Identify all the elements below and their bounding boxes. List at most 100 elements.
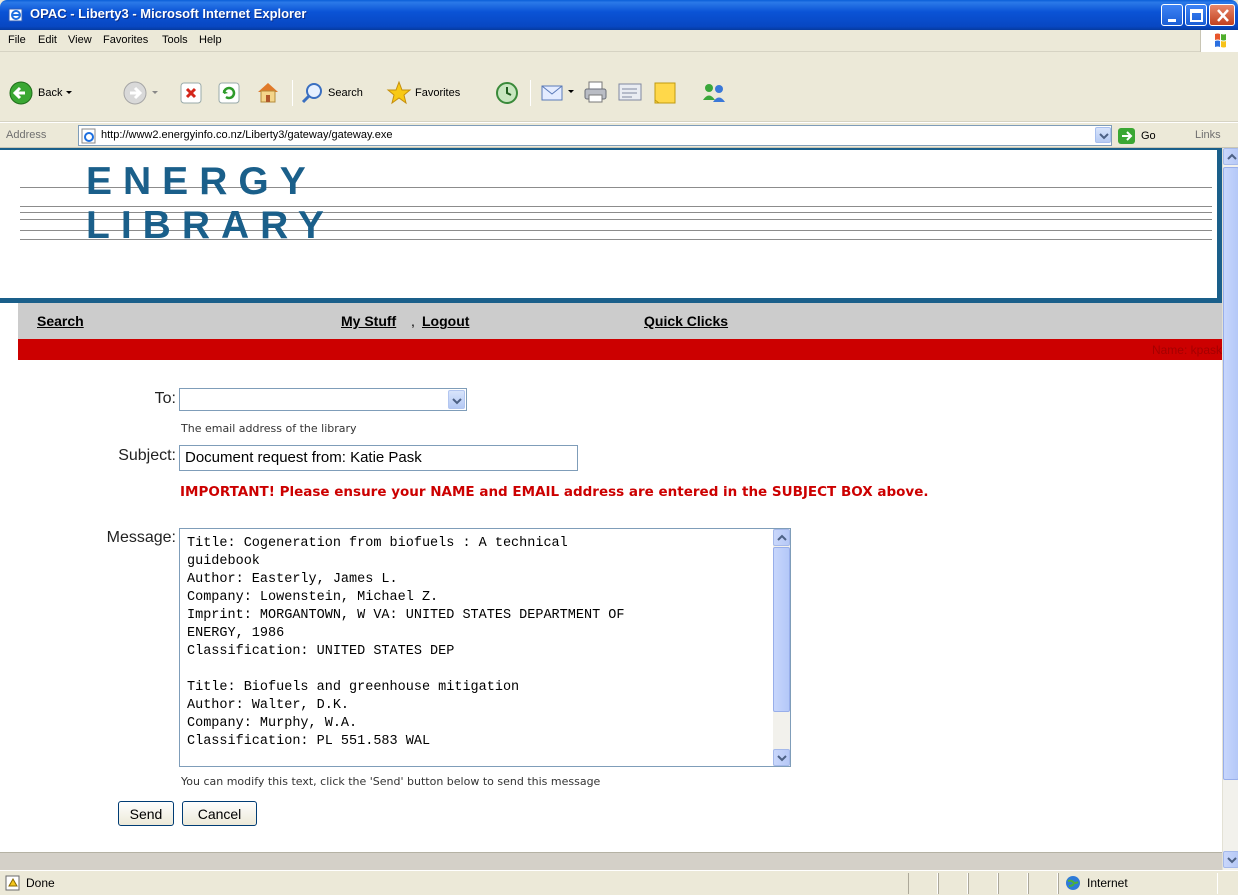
minimize-button[interactable] bbox=[1161, 4, 1183, 26]
page-scrollbar[interactable] bbox=[1222, 148, 1238, 870]
security-zone: Internet bbox=[1065, 875, 1128, 891]
page-scroll-down-button[interactable] bbox=[1223, 851, 1238, 868]
chevron-down-icon bbox=[1099, 133, 1109, 140]
discuss-button[interactable] bbox=[652, 80, 678, 106]
search-icon bbox=[301, 83, 322, 104]
menu-help[interactable]: Help bbox=[199, 34, 222, 46]
scroll-down-button[interactable] bbox=[773, 749, 790, 766]
links-button[interactable]: Links bbox=[1195, 129, 1221, 141]
to-select[interactable] bbox=[179, 388, 467, 411]
chevron-down-icon bbox=[452, 398, 462, 405]
scroll-up-button[interactable] bbox=[773, 529, 790, 546]
toolbar-separator bbox=[530, 80, 531, 106]
banner-word-energy: ENERGY bbox=[86, 160, 317, 203]
print-button[interactable] bbox=[582, 80, 610, 104]
user-bar: Name: kpask bbox=[18, 339, 1222, 360]
globe-icon bbox=[1066, 876, 1080, 890]
to-dropdown-button[interactable] bbox=[448, 390, 465, 409]
page-ie-icon bbox=[81, 128, 96, 144]
stop-button[interactable] bbox=[180, 82, 202, 104]
send-button[interactable]: Send bbox=[118, 801, 174, 826]
mail-icon bbox=[541, 85, 563, 101]
home-button[interactable] bbox=[255, 80, 281, 104]
menu-tools[interactable]: Tools bbox=[162, 34, 188, 46]
status-pane bbox=[998, 873, 1028, 894]
maximize-button[interactable] bbox=[1185, 4, 1207, 26]
message-line: Title: Cogeneration from biofuels : A te… bbox=[187, 536, 568, 551]
status-text: Done bbox=[26, 876, 55, 890]
close-window-button[interactable] bbox=[1209, 4, 1235, 26]
back-button[interactable]: Back bbox=[8, 80, 76, 106]
scroll-thumb[interactable] bbox=[773, 547, 790, 712]
nav-separator: , bbox=[411, 313, 415, 329]
page-viewport: ENERGY LIBRARY Search My Stuff , Logout … bbox=[0, 148, 1222, 870]
chevron-up-icon bbox=[777, 534, 787, 541]
menu-edit[interactable]: Edit bbox=[38, 34, 57, 46]
status-pane bbox=[1028, 873, 1058, 894]
message-textarea[interactable]: Title: Cogeneration from biofuels : A te… bbox=[179, 528, 791, 767]
message-scrollbar[interactable] bbox=[773, 529, 790, 766]
banner-word-library: LIBRARY bbox=[86, 204, 335, 247]
mail-button[interactable] bbox=[540, 80, 576, 104]
chevron-down-icon bbox=[777, 755, 787, 762]
menu-favorites[interactable]: Favorites bbox=[103, 34, 148, 46]
edit-button[interactable] bbox=[617, 81, 643, 103]
toolbar: Back Search Favorites bbox=[0, 52, 1238, 122]
message-line: Company: Murphy, W.A. bbox=[187, 716, 358, 731]
chevron-down-icon bbox=[152, 91, 158, 94]
search-label: Search bbox=[328, 87, 363, 99]
message-label: Message: bbox=[106, 529, 176, 546]
address-label: Address bbox=[6, 129, 47, 141]
address-input[interactable]: http://www2.energyinfo.co.nz/Liberty3/ga… bbox=[78, 125, 1112, 146]
nav-quick-clicks-link[interactable]: Quick Clicks bbox=[644, 313, 728, 329]
messenger-button[interactable] bbox=[700, 80, 728, 106]
nav-my-stuff-link[interactable]: My Stuff bbox=[341, 313, 396, 329]
go-button[interactable]: Go bbox=[1117, 127, 1156, 145]
minimize-icon bbox=[1168, 19, 1176, 22]
chevron-up-icon bbox=[1227, 153, 1237, 160]
refresh-button[interactable] bbox=[218, 82, 240, 104]
search-button[interactable]: Search bbox=[300, 81, 363, 105]
address-dropdown[interactable] bbox=[1095, 127, 1111, 143]
zone-label: Internet bbox=[1087, 876, 1128, 890]
navigation-bar: Search My Stuff , Logout Quick Clicks bbox=[18, 303, 1222, 339]
nav-search-link[interactable]: Search bbox=[37, 313, 84, 329]
history-button[interactable] bbox=[494, 80, 520, 106]
go-label: Go bbox=[1141, 130, 1156, 142]
chevron-down-icon bbox=[568, 90, 574, 93]
left-margin bbox=[0, 303, 18, 360]
message-line: Classification: PL 551.583 WAL bbox=[187, 734, 431, 749]
message-text: Title: Cogeneration from biofuels : A te… bbox=[187, 535, 772, 751]
chevron-down-icon bbox=[66, 91, 73, 94]
status-pane bbox=[968, 873, 998, 894]
favorites-label: Favorites bbox=[415, 87, 461, 99]
note-icon bbox=[654, 82, 676, 104]
nav-logout-link[interactable]: Logout bbox=[422, 313, 469, 329]
forward-button[interactable] bbox=[122, 80, 162, 106]
forward-arrow-icon bbox=[123, 81, 147, 105]
subject-label: Subject: bbox=[118, 447, 176, 464]
status-pane bbox=[938, 873, 968, 894]
print-icon bbox=[584, 81, 607, 103]
important-notice: IMPORTANT! Please ensure your NAME and E… bbox=[180, 484, 929, 500]
page-scroll-thumb[interactable] bbox=[1223, 167, 1238, 780]
menu-file[interactable]: File bbox=[8, 34, 26, 46]
toolbar-separator bbox=[292, 80, 293, 106]
message-line: Classification: UNITED STATES DEP bbox=[187, 644, 455, 659]
address-url: http://www2.energyinfo.co.nz/Liberty3/ga… bbox=[101, 129, 393, 141]
menu-view[interactable]: View bbox=[68, 34, 92, 46]
back-label: Back bbox=[38, 87, 63, 99]
message-hint: You can modify this text, click the 'Sen… bbox=[181, 775, 601, 788]
messenger-icon bbox=[703, 84, 725, 102]
internet-explorer-icon bbox=[8, 8, 23, 22]
status-pane bbox=[908, 873, 938, 894]
menu-bar: File Edit View Favorites Tools Help bbox=[0, 30, 1238, 52]
to-label: To: bbox=[154, 390, 176, 407]
cancel-button[interactable]: Cancel bbox=[182, 801, 257, 826]
subject-input[interactable]: Document request from: Katie Pask bbox=[179, 445, 578, 471]
favorites-button[interactable]: Favorites bbox=[386, 80, 460, 106]
message-line: Author: Easterly, James L. bbox=[187, 572, 398, 587]
message-line: Company: Lowenstein, Michael Z. bbox=[187, 590, 439, 605]
favorites-star-icon bbox=[386, 80, 412, 105]
page-scroll-up-button[interactable] bbox=[1223, 148, 1238, 165]
